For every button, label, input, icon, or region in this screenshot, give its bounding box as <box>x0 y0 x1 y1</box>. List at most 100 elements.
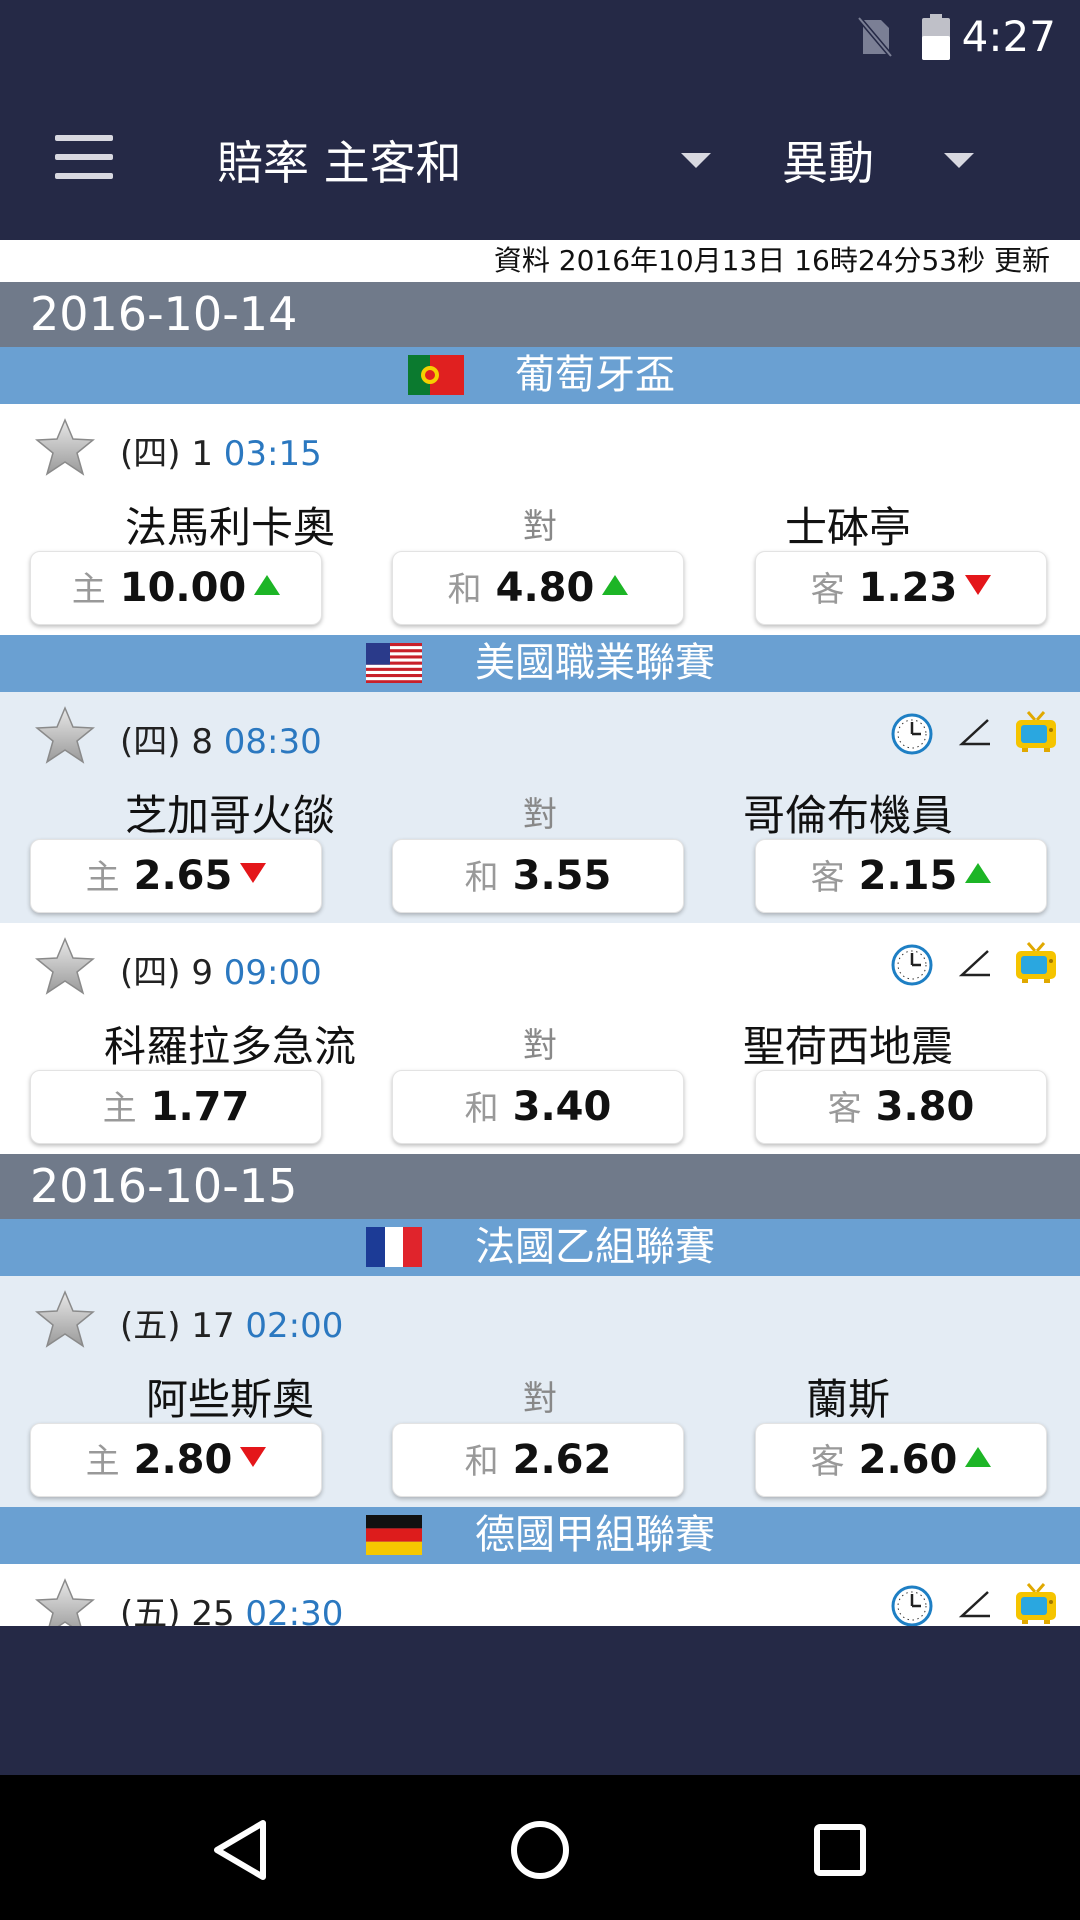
recent-apps-icon[interactable] <box>805 1815 875 1885</box>
away-odds-button[interactable]: 客 2.15 <box>755 839 1047 913</box>
battery-icon <box>922 14 950 60</box>
match-info: (五) 17 02:00 <box>120 1298 343 1347</box>
league-header: 法國乙組聯賽 <box>0 1219 1080 1276</box>
match-info: (四) 1 03:15 <box>120 426 322 475</box>
league-name: 德國甲組聯賽 <box>475 1512 715 1558</box>
home-label: 主 <box>102 1089 137 1129</box>
away-label: 客 <box>810 1442 845 1482</box>
away-team: 蘭斯 <box>805 1375 890 1424</box>
league-name: 美國職業聯賽 <box>475 640 715 686</box>
star-icon[interactable] <box>35 1578 95 1626</box>
match-info: (四) 9 09:00 <box>120 945 322 994</box>
tv-icon[interactable] <box>1014 941 1058 985</box>
app-bar: 賠率 主客和 異動 <box>0 75 1080 240</box>
clock-icon[interactable] <box>890 1584 934 1626</box>
star-icon[interactable] <box>35 706 95 764</box>
home-odds: 1.77 <box>150 1084 250 1130</box>
angle-icon[interactable] <box>958 716 992 750</box>
chevron-down-icon[interactable] <box>944 153 974 168</box>
clock-icon[interactable] <box>890 712 934 756</box>
league-header: 美國職業聯賽 <box>0 635 1080 692</box>
draw-label: 和 <box>464 1442 499 1482</box>
home-odds-button[interactable]: 主 10.00 <box>30 551 322 625</box>
away-team: 哥倫布機員 <box>742 791 953 840</box>
odds-type-dropdown[interactable]: 賠率 主客和 <box>217 127 462 193</box>
navigation-bar <box>0 1775 1080 1920</box>
back-icon[interactable] <box>205 1815 275 1885</box>
status-bar: 4:27 <box>0 0 1080 75</box>
draw-odds-button[interactable]: 和 3.40 <box>392 1070 684 1144</box>
match-time: 08:30 <box>223 722 322 762</box>
home-odds-button[interactable]: 主 1.77 <box>30 1070 322 1144</box>
draw-label: 和 <box>464 858 499 898</box>
match-day: (四) 9 <box>120 953 213 993</box>
away-odds-button[interactable]: 客 2.60 <box>755 1423 1047 1497</box>
match-row[interactable]: (四) 1 03:15 法馬利卡奧 對 士砵亭 主 10.00 和 4.80 客 1.… <box>0 404 1080 635</box>
away-odds: 3.80 <box>875 1084 975 1130</box>
draw-odds: 4.80 <box>495 565 595 611</box>
league-header: 葡萄牙盃 <box>0 347 1080 404</box>
match-day: (五) 17 <box>120 1306 235 1346</box>
home-team: 阿些斯奧 <box>145 1375 314 1424</box>
away-team: 聖荷西地震 <box>742 1022 953 1071</box>
draw-label: 和 <box>464 1089 499 1129</box>
league-header: 德國甲組聯賽 <box>0 1507 1080 1564</box>
draw-odds: 3.40 <box>512 1084 612 1130</box>
match-time: 02:00 <box>245 1306 344 1346</box>
away-team: 士砵亭 <box>784 503 911 552</box>
draw-odds-button[interactable]: 和 3.55 <box>392 839 684 913</box>
match-row[interactable]: (五) 25 02:30 <box>0 1564 1080 1626</box>
home-odds-button[interactable]: 主 2.65 <box>30 839 322 913</box>
draw-odds-button[interactable]: 和 2.62 <box>392 1423 684 1497</box>
away-odds: 2.60 <box>858 1437 958 1483</box>
clock-icon[interactable] <box>890 943 934 987</box>
odds-list[interactable]: 資料 2016年10月13日 16時24分53秒 更新 2016-10-14 葡… <box>0 240 1080 1626</box>
vs-label: 對 <box>523 1379 557 1419</box>
angle-icon[interactable] <box>958 947 992 981</box>
home-team: 法馬利卡奧 <box>124 503 335 552</box>
match-info: (四) 8 08:30 <box>120 714 322 763</box>
away-odds-button[interactable]: 客 1.23 <box>755 551 1047 625</box>
vs-label: 對 <box>523 507 557 547</box>
change-filter-dropdown[interactable]: 異動 <box>782 127 874 193</box>
match-time: 09:00 <box>223 953 322 993</box>
tv-icon[interactable] <box>1014 1582 1058 1626</box>
menu-icon[interactable] <box>55 135 113 179</box>
draw-odds-button[interactable]: 和 4.80 <box>392 551 684 625</box>
down-arrow-icon <box>965 575 992 595</box>
match-day: (四) 1 <box>120 434 213 474</box>
away-odds: 1.23 <box>858 565 958 611</box>
star-icon[interactable] <box>35 418 95 476</box>
home-odds: 2.80 <box>133 1437 233 1483</box>
match-day: (四) 8 <box>120 722 213 762</box>
match-row[interactable]: (四) 9 09:00 科羅拉多急流 對 聖荷西地震 主 1.77 和 3.40… <box>0 923 1080 1154</box>
angle-icon[interactable] <box>958 1588 992 1622</box>
home-label: 主 <box>85 1442 120 1482</box>
home-odds-button[interactable]: 主 2.80 <box>30 1423 322 1497</box>
up-arrow-icon <box>965 1447 992 1467</box>
vs-label: 對 <box>523 1026 557 1066</box>
up-arrow-icon <box>965 863 992 883</box>
match-row[interactable]: (五) 17 02:00 阿些斯奧 對 蘭斯 主 2.80 和 2.62 客 2.60 <box>0 1276 1080 1507</box>
home-icon[interactable] <box>505 1815 575 1885</box>
up-arrow-icon <box>602 575 629 595</box>
draw-odds: 3.55 <box>512 853 612 899</box>
home-odds: 10.00 <box>119 565 247 611</box>
star-icon[interactable] <box>35 1290 95 1348</box>
match-day: (五) 25 <box>120 1594 235 1626</box>
home-label: 主 <box>85 858 120 898</box>
draw-label: 和 <box>447 570 482 610</box>
update-timestamp: 資料 2016年10月13日 16時24分53秒 更新 <box>0 240 1080 282</box>
star-icon[interactable] <box>35 937 95 995</box>
league-name: 法國乙組聯賽 <box>475 1224 715 1270</box>
draw-odds: 2.62 <box>512 1437 612 1483</box>
up-arrow-icon <box>254 575 281 595</box>
away-odds-button[interactable]: 客 3.80 <box>755 1070 1047 1144</box>
match-row[interactable]: (四) 8 08:30 芝加哥火燄 對 哥倫布機員 主 2.65 和 3.55 … <box>0 692 1080 923</box>
date-header: 2016-10-15 <box>0 1154 1080 1219</box>
no-sim-icon <box>857 16 893 58</box>
home-odds: 2.65 <box>133 853 233 899</box>
status-time: 4:27 <box>961 12 1056 61</box>
tv-icon[interactable] <box>1014 710 1058 754</box>
chevron-down-icon[interactable] <box>681 153 711 168</box>
